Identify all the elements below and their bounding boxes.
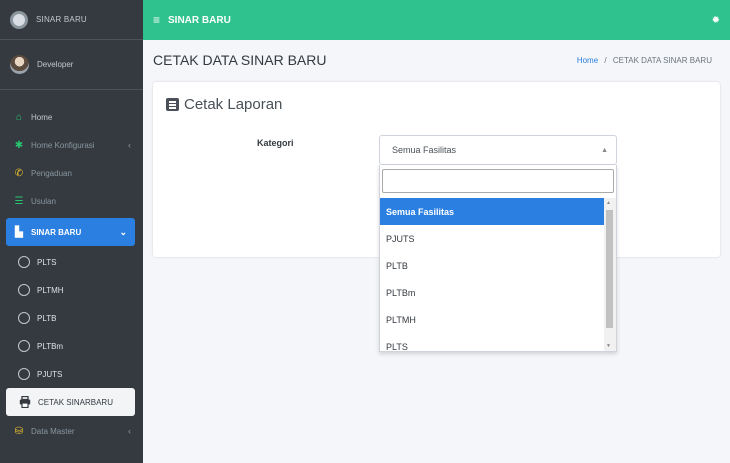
page-title: CETAK DATA SINAR BARU: [153, 52, 327, 68]
sidebar-item-label: Pengaduan: [31, 168, 72, 178]
scroll-up-icon[interactable]: ▲: [606, 200, 611, 206]
sidebar-item-pltmh[interactable]: PLTMH: [0, 276, 143, 304]
dropdown-option[interactable]: PLTS: [380, 333, 605, 352]
breadcrumb-current: CETAK DATA SINAR BARU: [612, 56, 712, 65]
kategori-select-value: Semua Fasilitas: [392, 145, 457, 155]
sidebar-item-home[interactable]: ⌂ Home: [0, 103, 143, 131]
user-name: Developer: [37, 60, 74, 69]
sidebar-item-pengaduan[interactable]: ✆ Pengaduan: [0, 159, 143, 187]
scroll-down-icon[interactable]: ▼: [606, 343, 611, 349]
brand[interactable]: SINAR BARU: [0, 0, 143, 40]
dropdown-options: Semua Fasilitas PJUTS PLTB PLTBm PLTMH P…: [380, 198, 605, 351]
sidebar-item-pltb[interactable]: PLTB: [0, 304, 143, 332]
dropdown-option[interactable]: PLTB: [380, 252, 605, 279]
brand-text: SINAR BARU: [36, 15, 87, 24]
sidebar-item-cetak-sinarbaru[interactable]: CETAK SINARBARU: [6, 388, 135, 416]
dropdown-search-input[interactable]: [382, 169, 614, 193]
sidebar-item-pltbm[interactable]: PLTBm: [0, 332, 143, 360]
home-icon: ⌂: [15, 111, 23, 123]
topbar-title: SINAR BARU: [168, 14, 231, 26]
chevron-left-icon: ‹: [128, 140, 131, 150]
brand-logo: [10, 10, 28, 29]
sidebar-item-label: PLTBm: [37, 341, 64, 351]
dropdown-option[interactable]: Semua Fasilitas: [380, 198, 605, 225]
sidebar-item-label: Data Master: [31, 426, 75, 436]
sidebar-item-plts[interactable]: PLTS: [0, 248, 143, 276]
sidebar-item-pjuts[interactable]: PJUTS: [0, 360, 143, 388]
list-icon: ☰: [14, 195, 24, 207]
sidebar-item-label: Home: [31, 112, 53, 122]
sidebar-item-sinar-baru[interactable]: ▙ SINAR BARU ⌄: [6, 218, 135, 246]
breadcrumb-home-link[interactable]: Home: [577, 56, 598, 65]
sidebar-item-label: CETAK SINARBARU: [38, 397, 113, 407]
print-icon: [19, 396, 31, 408]
sidebar-item-label: Home Konfigurasi: [31, 140, 95, 150]
sidebar-item-usulan[interactable]: ☰ Usulan: [0, 187, 143, 215]
circle-icon: [18, 340, 30, 352]
avatar: [10, 55, 29, 74]
dropdown-option[interactable]: PLTBm: [380, 279, 605, 306]
card-title-text: Cetak Laporan: [184, 96, 283, 113]
dropdown-scrollbar[interactable]: ▲ ▼: [604, 198, 616, 351]
kategori-dropdown: Semua Fasilitas PJUTS PLTB PLTBm PLTMH P…: [379, 165, 617, 352]
menu-icon[interactable]: ≡: [153, 13, 160, 27]
database-icon: ⛁: [14, 425, 24, 437]
card-title: Cetak Laporan: [166, 96, 282, 113]
breadcrumb: Home / CETAK DATA SINAR BARU: [577, 56, 712, 65]
sidebar-item-label: Usulan: [31, 196, 56, 206]
caret-up-icon: ▲: [601, 146, 608, 154]
phone-icon: ✆: [14, 167, 24, 179]
sidebar-item-label: PLTS: [37, 257, 57, 267]
sidebar-item-label: PLTMH: [37, 285, 64, 295]
sidebar-item-home-konfigurasi[interactable]: ✱ Home Konfigurasi ‹: [0, 131, 143, 159]
circle-icon: [18, 256, 30, 268]
topbar: ≡ SINAR BARU ✹: [143, 0, 730, 40]
chevron-left-icon: ‹: [128, 426, 131, 436]
breadcrumb-separator: /: [604, 56, 607, 65]
kategori-label: Kategori: [257, 138, 294, 148]
sidebar-item-label: PLTB: [37, 313, 57, 323]
circle-icon: [18, 312, 30, 324]
circle-icon: [18, 284, 30, 296]
circle-icon: [18, 368, 30, 380]
chevron-down-icon: ⌄: [119, 226, 127, 237]
building-icon: ▙: [15, 226, 23, 238]
dropdown-option[interactable]: PLTMH: [380, 306, 605, 333]
cogs-icon: ✱: [14, 139, 24, 151]
kategori-select[interactable]: Semua Fasilitas ▲: [379, 135, 617, 165]
gear-icon[interactable]: ✹: [712, 15, 720, 26]
sidebar-item-label: PJUTS: [37, 369, 63, 379]
user-panel[interactable]: Developer: [0, 40, 143, 90]
sidebar-item-label: SINAR BARU: [31, 227, 82, 237]
dropdown-option[interactable]: PJUTS: [380, 225, 605, 252]
sidebar-item-data-master[interactable]: ⛁ Data Master ‹: [0, 417, 143, 445]
scroll-thumb[interactable]: [606, 210, 613, 328]
list-alt-icon: [166, 98, 179, 111]
sidebar: SINAR BARU Developer ⌂ Home ✱ Home Konfi…: [0, 0, 143, 463]
